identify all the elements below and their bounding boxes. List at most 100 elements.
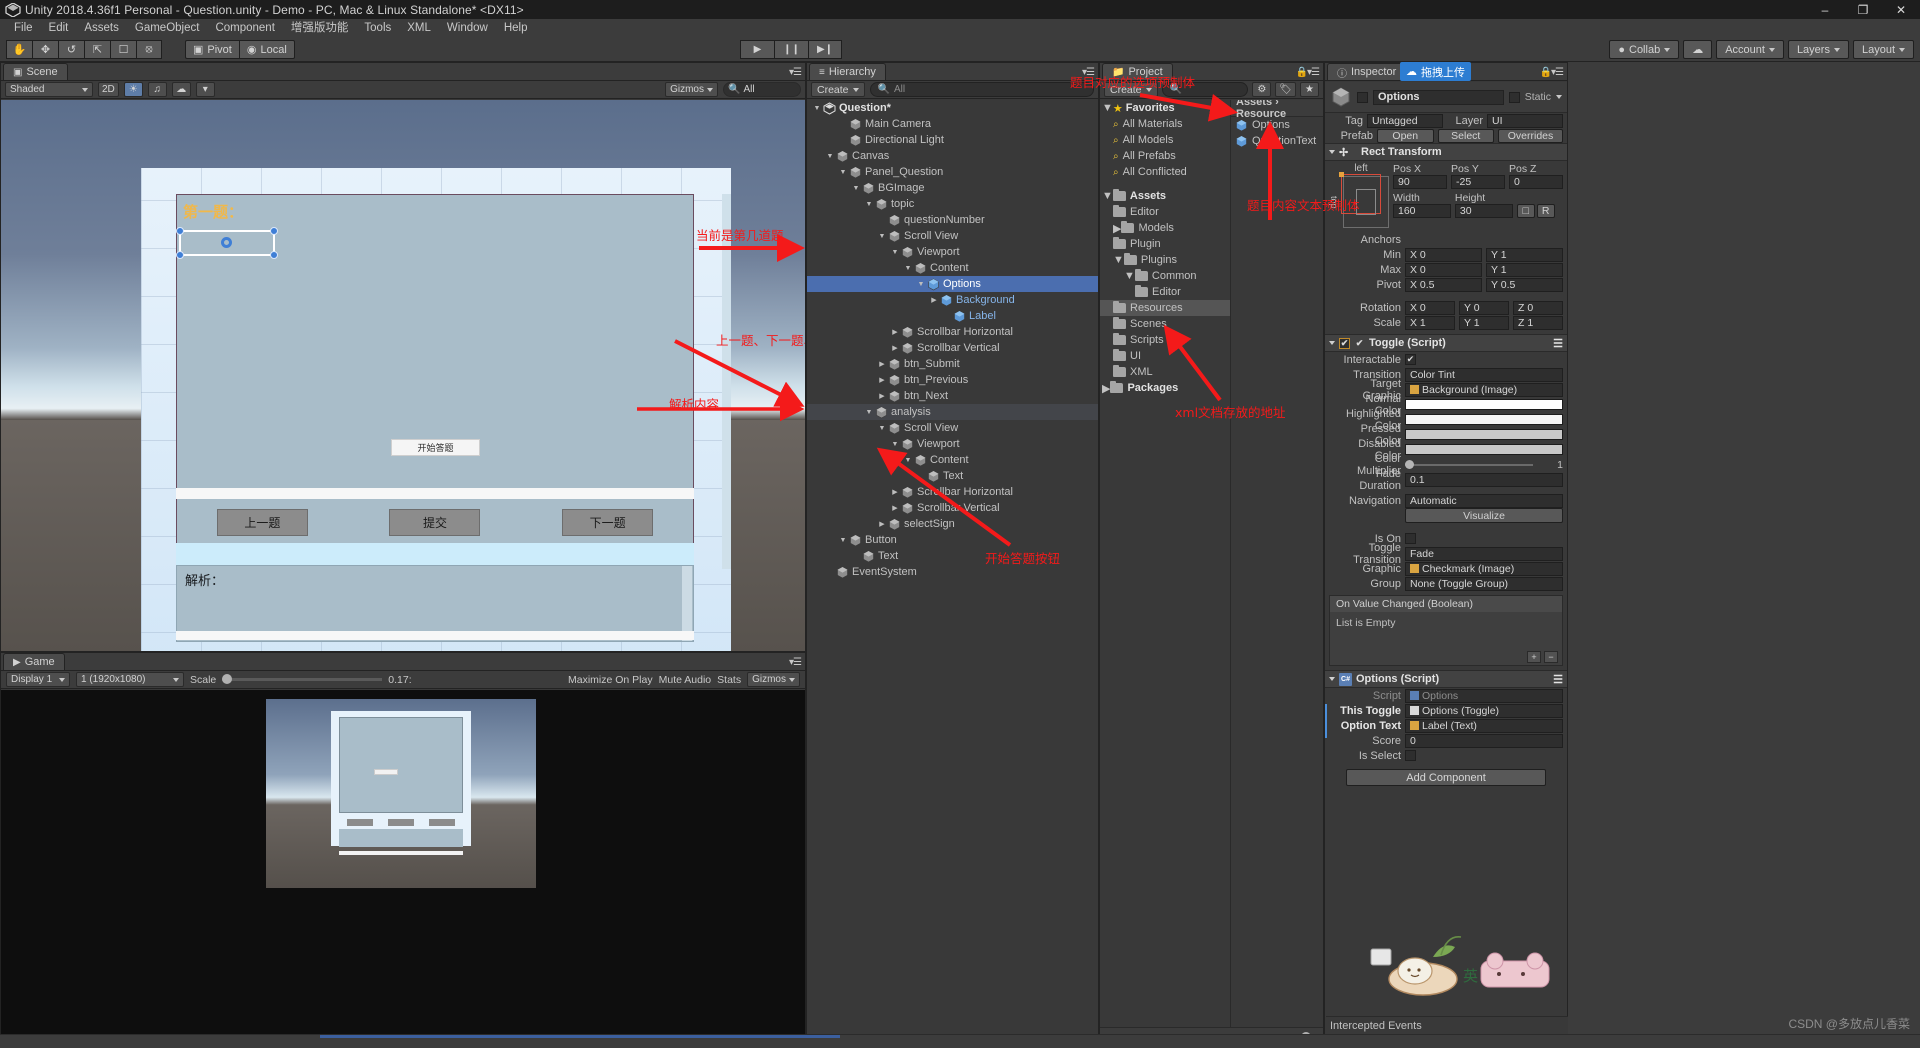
hierarchy-item-panel-question[interactable]: ▼ Panel_Question [807, 164, 1098, 180]
blueprint-mode-icon[interactable]: □ [1516, 204, 1535, 218]
hierarchy-search-input[interactable]: 🔍 All [869, 82, 1094, 97]
hierarchy-item-text[interactable]: Text [807, 468, 1098, 484]
hierarchy-item-scroll-view[interactable]: ▼ Scroll View [807, 420, 1098, 436]
move-tool-icon[interactable]: ✥ [32, 40, 58, 59]
display-dropdown[interactable]: Display 1 [6, 672, 70, 687]
minimize-button[interactable]: – [1806, 0, 1844, 19]
collab-button[interactable]: ● Collab [1609, 40, 1680, 59]
chevron-down-icon[interactable] [1329, 677, 1335, 681]
disclosure-right-icon[interactable]: ▶ [876, 376, 888, 384]
color-multiplier-thumb[interactable] [1405, 459, 1414, 469]
cloud-button[interactable]: ☁ [1683, 40, 1713, 59]
tab-game[interactable]: ▶ Game [3, 653, 65, 670]
disclosure-right-icon[interactable]: ▶ [889, 344, 901, 352]
disclosure-down-icon[interactable]: ▼ [1113, 254, 1124, 266]
hierarchy-item-scroll-view[interactable]: ▼ Scroll View [807, 228, 1098, 244]
project-assets-pane[interactable]: Assets › Resource Options QuestionText [1231, 100, 1323, 1027]
disclosure-down-icon[interactable]: ▼ [837, 537, 849, 544]
fade-duration-field[interactable]: 0.1 [1405, 472, 1563, 487]
hierarchy-tree[interactable]: ▼ Question* Main Camera Directional Light ▼ C… [807, 100, 1098, 1047]
scene-next-button[interactable]: 下一题 [562, 508, 654, 536]
mute-audio-toggle[interactable]: Mute Audio [659, 674, 712, 686]
disclosure-down-icon[interactable]: ▼ [863, 409, 875, 416]
interactable-checkbox[interactable] [1405, 354, 1416, 365]
project-item-editor[interactable]: Editor [1100, 204, 1230, 220]
project-lock-icon[interactable]: 🔒▾☰ [1296, 67, 1320, 78]
inspector-lock-icon[interactable]: 🔒▾☰ [1540, 67, 1564, 78]
gizmos-dropdown[interactable]: Gizmos [665, 82, 718, 97]
rect-transform-header[interactable]: ✢ Rect Transform [1325, 143, 1567, 161]
pos-z-field[interactable]: 0 [1509, 175, 1563, 189]
group-field[interactable]: None (Toggle Group) [1405, 576, 1563, 591]
play-button[interactable]: ▶ [740, 40, 774, 59]
hierarchy-item-scrollbar-vertical[interactable]: ▶ Scrollbar Vertical [807, 500, 1098, 516]
scale-x-field[interactable]: X 1 [1405, 315, 1455, 330]
disclosure-right-icon[interactable]: ▶ [876, 520, 888, 528]
disclosure-down-icon[interactable]: ▼ [902, 457, 914, 464]
highlighted-color-swatch[interactable] [1405, 414, 1563, 425]
menu-component[interactable]: Component [207, 19, 282, 37]
resolution-dropdown[interactable]: 1 (1920x1080) [76, 672, 184, 687]
this-toggle-field[interactable]: Options (Toggle) [1405, 703, 1563, 718]
disclosure-down-icon[interactable]: ▼ [876, 425, 888, 432]
project-tree[interactable]: ▼ ★ Favorites ⌕ All Materials ⌕ All Models ⌕ All… [1100, 100, 1231, 1027]
project-item-packages[interactable]: ▶ Packages [1100, 380, 1230, 396]
hierarchy-item-viewport[interactable]: ▼ Viewport [807, 436, 1098, 452]
hierarchy-create-button[interactable]: Create [811, 82, 865, 97]
transform-tool-icon[interactable]: ⦻ [136, 40, 162, 59]
toggle-component-enabled-checkbox[interactable] [1339, 337, 1350, 349]
event-add-button[interactable]: + [1527, 651, 1541, 663]
project-item-scenes[interactable]: Scenes [1100, 316, 1230, 332]
menu-edit[interactable]: Edit [41, 19, 77, 37]
filter-favorite-icon[interactable]: ★ [1300, 82, 1319, 97]
disclosure-down-icon[interactable]: ▼ [850, 185, 862, 192]
scale-z-field[interactable]: Z 1 [1513, 315, 1563, 330]
project-item-editor[interactable]: Editor [1100, 284, 1230, 300]
game-start-button[interactable] [374, 769, 398, 775]
handle-top-left[interactable] [176, 227, 184, 235]
pause-button[interactable]: ❙❙ [774, 40, 808, 59]
disclosure-down-icon[interactable]: ▼ [915, 281, 927, 288]
chevron-down-icon[interactable] [1329, 341, 1335, 345]
handle-top-right[interactable] [270, 227, 278, 235]
handle-bottom-left[interactable] [176, 251, 184, 259]
upload-badge[interactable]: ☁ 拖拽上传 [1400, 62, 1471, 81]
hierarchy-item-options[interactable]: ▼ Options [807, 276, 1098, 292]
toggle-transition-dropdown[interactable]: Fade [1405, 546, 1563, 561]
hierarchy-item-scrollbar-horizontal[interactable]: ▶ Scrollbar Horizontal [807, 324, 1098, 340]
disclosure-down-icon[interactable]: ▼ [902, 265, 914, 272]
toggle-2d-button[interactable]: 2D [98, 82, 119, 97]
disclosure-right-icon[interactable]: ▶ [928, 296, 940, 304]
hierarchy-item-analysis[interactable]: ▼ analysis [807, 404, 1098, 420]
layer-dropdown[interactable]: UI [1487, 113, 1563, 128]
game-options-icon[interactable]: ▾☰ [789, 657, 802, 668]
project-item-all-conflicted[interactable]: ⌕ All Conflicted [1100, 164, 1230, 180]
hierarchy-item-scrollbar-vertical[interactable]: ▶ Scrollbar Vertical [807, 340, 1098, 356]
disclosure-down-icon[interactable]: ▼ [824, 153, 836, 160]
anchor-max-y-field[interactable]: Y 1 [1486, 262, 1563, 277]
project-item-scripts[interactable]: Scripts [1100, 332, 1230, 348]
menu-window[interactable]: Window [439, 19, 496, 37]
shading-mode-dropdown[interactable]: Shaded [5, 82, 93, 97]
rotation-z-field[interactable]: Z 0 [1513, 300, 1563, 315]
prefab-overrides-button[interactable]: Overrides [1498, 128, 1563, 143]
close-button[interactable]: ✕ [1882, 0, 1920, 19]
maximize-on-play-toggle[interactable]: Maximize On Play [568, 674, 653, 686]
disclosure-down-icon[interactable]: ▼ [863, 201, 875, 208]
disclosure-right-icon[interactable]: ▶ [889, 328, 901, 336]
tab-hierarchy[interactable]: ≡ Hierarchy [809, 63, 886, 80]
color-multiplier-slider[interactable] [1405, 459, 1533, 469]
maximize-button[interactable]: ❐ [1844, 0, 1882, 19]
scene-prev-button[interactable]: 上一题 [216, 508, 308, 536]
pivot-handle[interactable] [221, 237, 232, 248]
hand-tool-icon[interactable]: ✋ [6, 40, 32, 59]
disclosure-down-icon[interactable]: ▼ [1102, 102, 1113, 114]
score-field[interactable]: 0 [1405, 733, 1563, 748]
scene-start-button[interactable]: 开始答题 [391, 439, 480, 456]
hierarchy-item-question[interactable]: ▼ Question* [807, 100, 1098, 116]
component-menu-icon[interactable]: ☰ [1553, 337, 1563, 350]
project-item-assets[interactable]: ▼ Assets [1100, 188, 1230, 204]
handle-bottom-right[interactable] [270, 251, 278, 259]
pos-x-field[interactable]: 90 [1393, 175, 1447, 189]
rect-tool-icon[interactable]: ☐ [110, 40, 136, 59]
